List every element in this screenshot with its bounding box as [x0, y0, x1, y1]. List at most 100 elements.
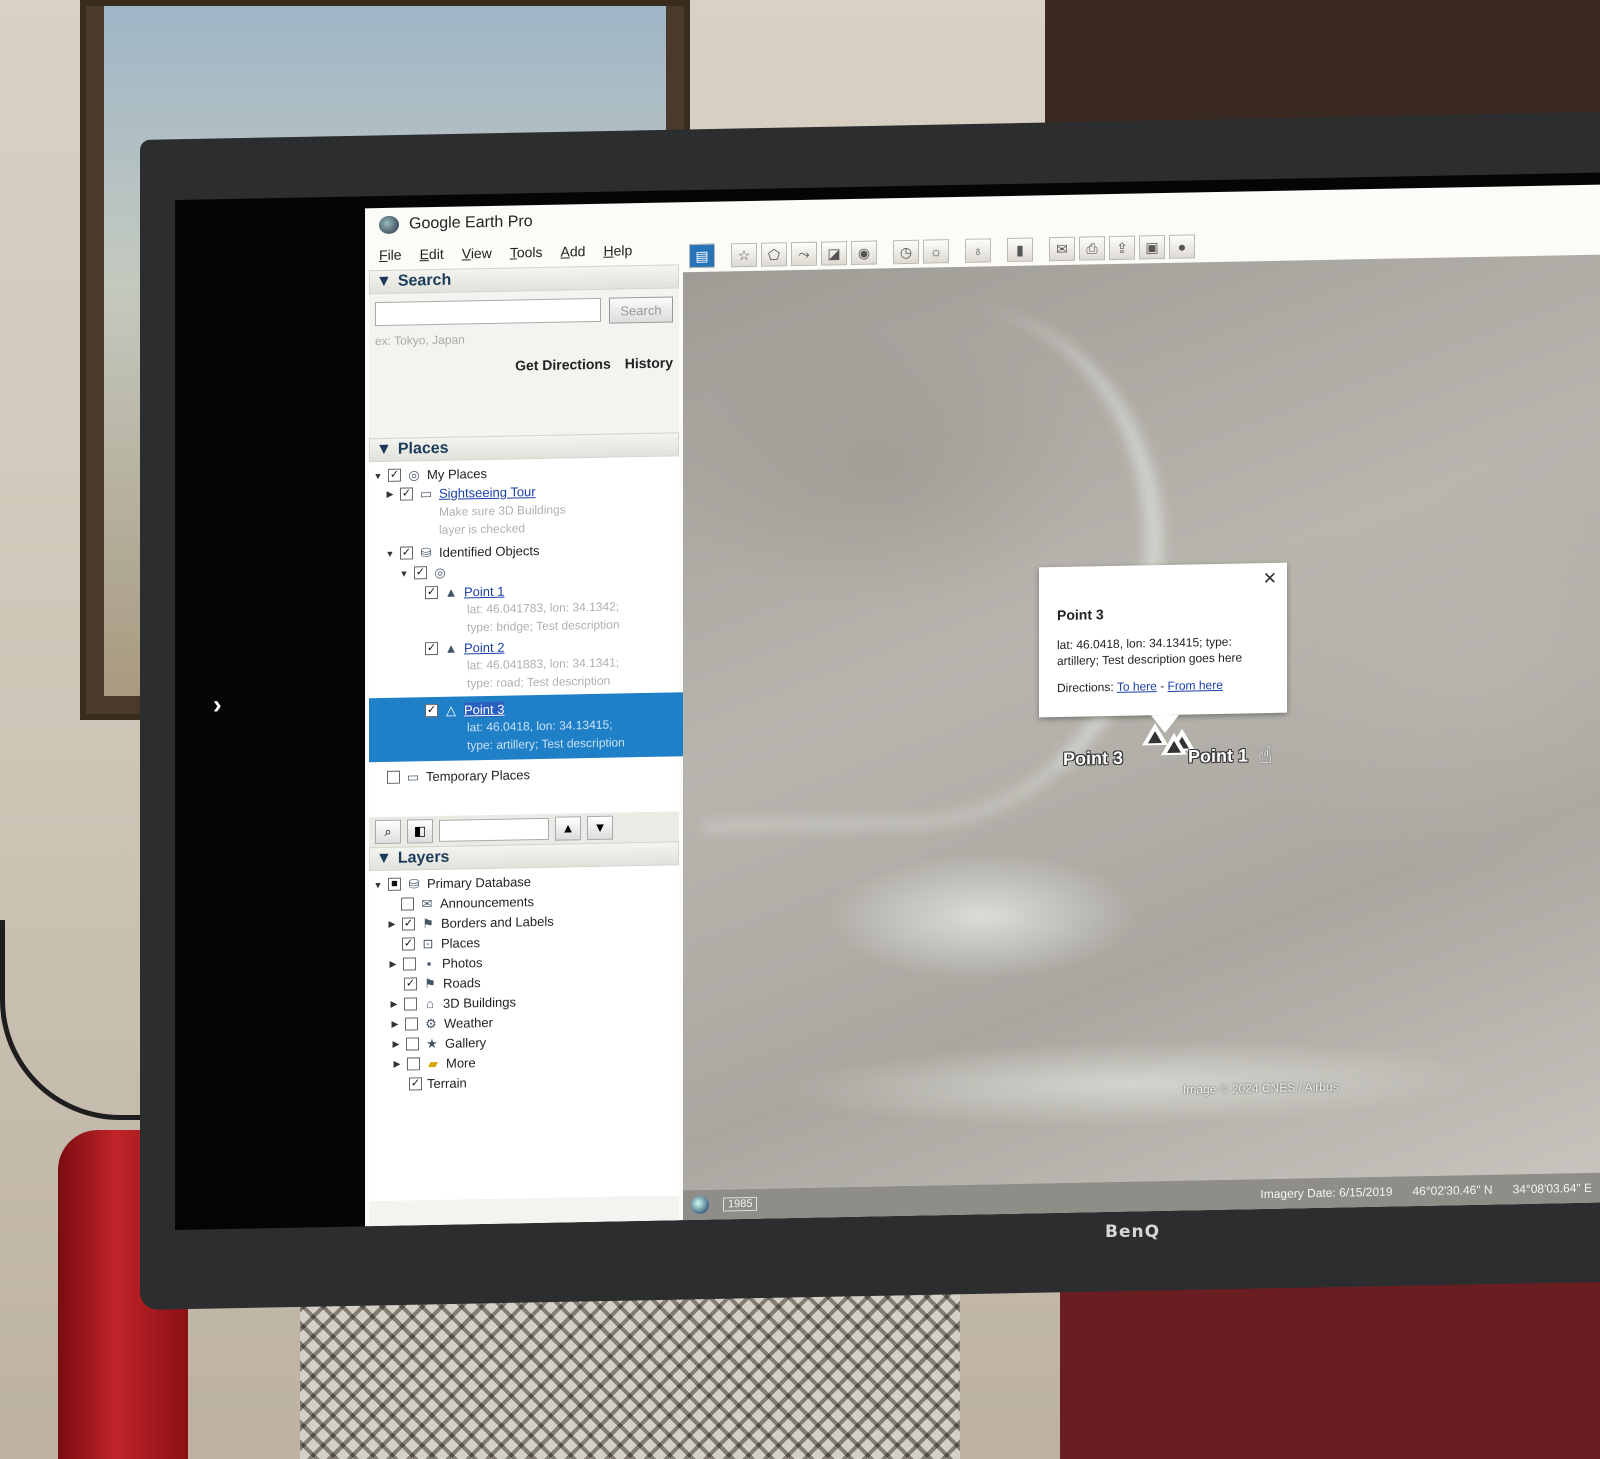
hand-cursor-icon: ☝	[1258, 741, 1273, 770]
checkbox[interactable]: ✓	[400, 487, 413, 501]
add-placemark-icon[interactable]: ☆	[731, 242, 757, 268]
places-filter-input[interactable]	[439, 817, 549, 842]
planets-icon[interactable]: ♁	[965, 238, 991, 263]
balloon-description: lat: 46.0418, lon: 34.13415; type: artil…	[1057, 633, 1271, 669]
collapse-triangle-icon: ▼	[376, 849, 392, 868]
email-icon[interactable]: ✉	[1049, 236, 1075, 262]
search-icon[interactable]: ⌕	[375, 819, 401, 845]
tree-item-temporary-places[interactable]: ▭ Temporary Places	[387, 762, 679, 787]
expand-triangle-icon[interactable]: ▶	[392, 1059, 402, 1070]
expand-triangle-icon[interactable]: ▼	[385, 548, 395, 558]
sidebar-toggle-icon[interactable]: ▤	[689, 243, 715, 269]
expand-triangle-icon[interactable]: ▼	[373, 880, 383, 890]
tree-item-label[interactable]: Point 1	[464, 584, 504, 600]
checkbox[interactable]: ✓	[425, 585, 438, 600]
get-directions-link[interactable]: Get Directions	[515, 356, 611, 374]
print-icon[interactable]: ⎙	[1079, 236, 1105, 261]
checkbox[interactable]	[406, 1037, 419, 1051]
ruler-icon[interactable]: ▮	[1007, 237, 1033, 263]
status-readouts: Imagery Date: 6/15/2019 46°02'30.46" N 3…	[1260, 1180, 1600, 1201]
map-view[interactable]: ✕ Point 3 lat: 46.0418, lon: 34.13415; t…	[683, 254, 1600, 1191]
layer-label: Borders and Labels	[441, 913, 554, 931]
layer-terrain[interactable]: ✓ Terrain	[409, 1069, 679, 1093]
tree-item-label[interactable]: Point 3	[464, 701, 505, 718]
window-title: Google Earth Pro	[409, 213, 533, 233]
checkbox[interactable]: ✓	[402, 937, 415, 951]
checkbox[interactable]	[405, 1017, 418, 1031]
movie-maker-icon[interactable]: ▣	[1139, 234, 1165, 260]
tree-item-label: Identified Objects	[439, 543, 540, 560]
add-polygon-icon[interactable]: ⬠	[761, 242, 787, 267]
expand-triangle-icon[interactable]: ▶	[388, 959, 398, 970]
earth-gallery-icon[interactable]: ●	[1169, 234, 1195, 259]
longitude-readout: 34°08'03.64" E	[1512, 1180, 1592, 1197]
checkbox[interactable]: ■	[388, 877, 401, 891]
sidebar: ▼ Search Search ex: Tokyo, Japan Get Dir…	[369, 264, 685, 1227]
placemark-point-2[interactable]	[1161, 732, 1187, 756]
record-tour-icon[interactable]: ◉	[851, 240, 877, 266]
menu-tools[interactable]: Tools	[510, 244, 543, 261]
from-here-link[interactable]: From here	[1168, 678, 1223, 693]
expand-triangle-icon[interactable]: ▶	[390, 1019, 400, 1030]
expand-triangle-icon[interactable]: ▼	[373, 471, 383, 481]
tree-item-description: type: artillery; Test description	[467, 735, 625, 753]
balloon-directions: Directions: To here - From here	[1057, 677, 1271, 695]
expand-triangle-icon[interactable]: ▼	[399, 568, 409, 578]
screen: › Google Earth Pro File Edit View Tools …	[175, 172, 1600, 1231]
sunlight-icon[interactable]: ☼	[923, 239, 949, 264]
to-here-link[interactable]: To here	[1117, 679, 1157, 694]
checkbox[interactable]	[387, 770, 400, 784]
placemark-label-point-1: Point 1	[1188, 745, 1249, 767]
layers-tree: ▼ ■ ⛁ Primary Database ✉ Announcements ▶…	[369, 865, 679, 1202]
expand-triangle-icon[interactable]: ▶	[389, 999, 399, 1010]
checkbox[interactable]: ✓	[414, 566, 427, 580]
layer-label: Announcements	[440, 894, 534, 911]
google-earth-window: Google Earth Pro File Edit View Tools Ad…	[365, 184, 1600, 1227]
menu-add[interactable]: Add	[561, 243, 586, 259]
checkbox[interactable]: ✓	[400, 546, 413, 560]
checkbox[interactable]: ✓	[425, 641, 438, 656]
expand-triangle-icon[interactable]: ▶	[385, 489, 395, 500]
checkbox[interactable]	[407, 1057, 420, 1071]
checkbox[interactable]: ✓	[409, 1077, 422, 1091]
checkbox[interactable]: ✓	[402, 917, 415, 931]
checkbox[interactable]: ✓	[404, 977, 417, 991]
search-input[interactable]	[375, 297, 601, 327]
folder-icon: ▭	[406, 768, 420, 785]
menu-help[interactable]: Help	[603, 242, 632, 259]
arrow-up-icon[interactable]: ▲	[555, 816, 581, 841]
expand-triangle-icon[interactable]: ▶	[387, 919, 397, 930]
flag-icon: ⚑	[422, 915, 434, 931]
expand-triangle-icon[interactable]: ▶	[391, 1039, 401, 1050]
places-tree: ▼ ✓ ◎ My Places ▶ ✓ ▭ Sightseeing Tour M…	[369, 456, 685, 818]
checkbox[interactable]: ✓	[388, 468, 401, 482]
chevron-right-icon[interactable]: ›	[213, 689, 222, 720]
imagery-year-badge[interactable]: 1985	[723, 1196, 758, 1212]
menu-view[interactable]: View	[462, 245, 492, 262]
latitude-readout: 46°02'30.46" N	[1412, 1182, 1493, 1199]
save-image-icon[interactable]: ⇪	[1109, 235, 1135, 261]
tree-item-label[interactable]: Point 2	[464, 640, 504, 656]
menu-file[interactable]: File	[379, 247, 402, 263]
close-icon[interactable]: ✕	[1263, 569, 1277, 589]
menu-edit[interactable]: Edit	[420, 246, 444, 262]
historical-imagery-icon[interactable]: ◷	[893, 239, 919, 265]
envelope-icon: ✉	[421, 895, 433, 911]
add-path-icon[interactable]: ⤳	[791, 241, 817, 267]
layer-label: 3D Buildings	[443, 994, 516, 1011]
checkbox[interactable]	[404, 997, 417, 1011]
history-link[interactable]: History	[625, 354, 673, 371]
tree-item-point-3-selected[interactable]: ✓ △ Point 3 lat: 46.0418, lon: 34.13415;…	[369, 692, 685, 763]
checkbox[interactable]	[401, 897, 414, 911]
buildings-icon: ⌂	[426, 995, 434, 1011]
photo-icon: ▪	[426, 955, 432, 971]
checkbox[interactable]	[403, 957, 416, 971]
radiator-grille	[300, 1290, 960, 1459]
tree-item-label[interactable]: Sightseeing Tour	[439, 484, 536, 501]
search-button[interactable]: Search	[609, 296, 673, 324]
add-overlay-icon[interactable]: ◪	[821, 241, 847, 266]
globe-icon: ◎	[408, 466, 420, 483]
split-view-icon[interactable]: ◧	[407, 819, 433, 844]
checkbox[interactable]: ✓	[425, 703, 438, 718]
arrow-down-icon[interactable]: ▼	[587, 815, 613, 841]
